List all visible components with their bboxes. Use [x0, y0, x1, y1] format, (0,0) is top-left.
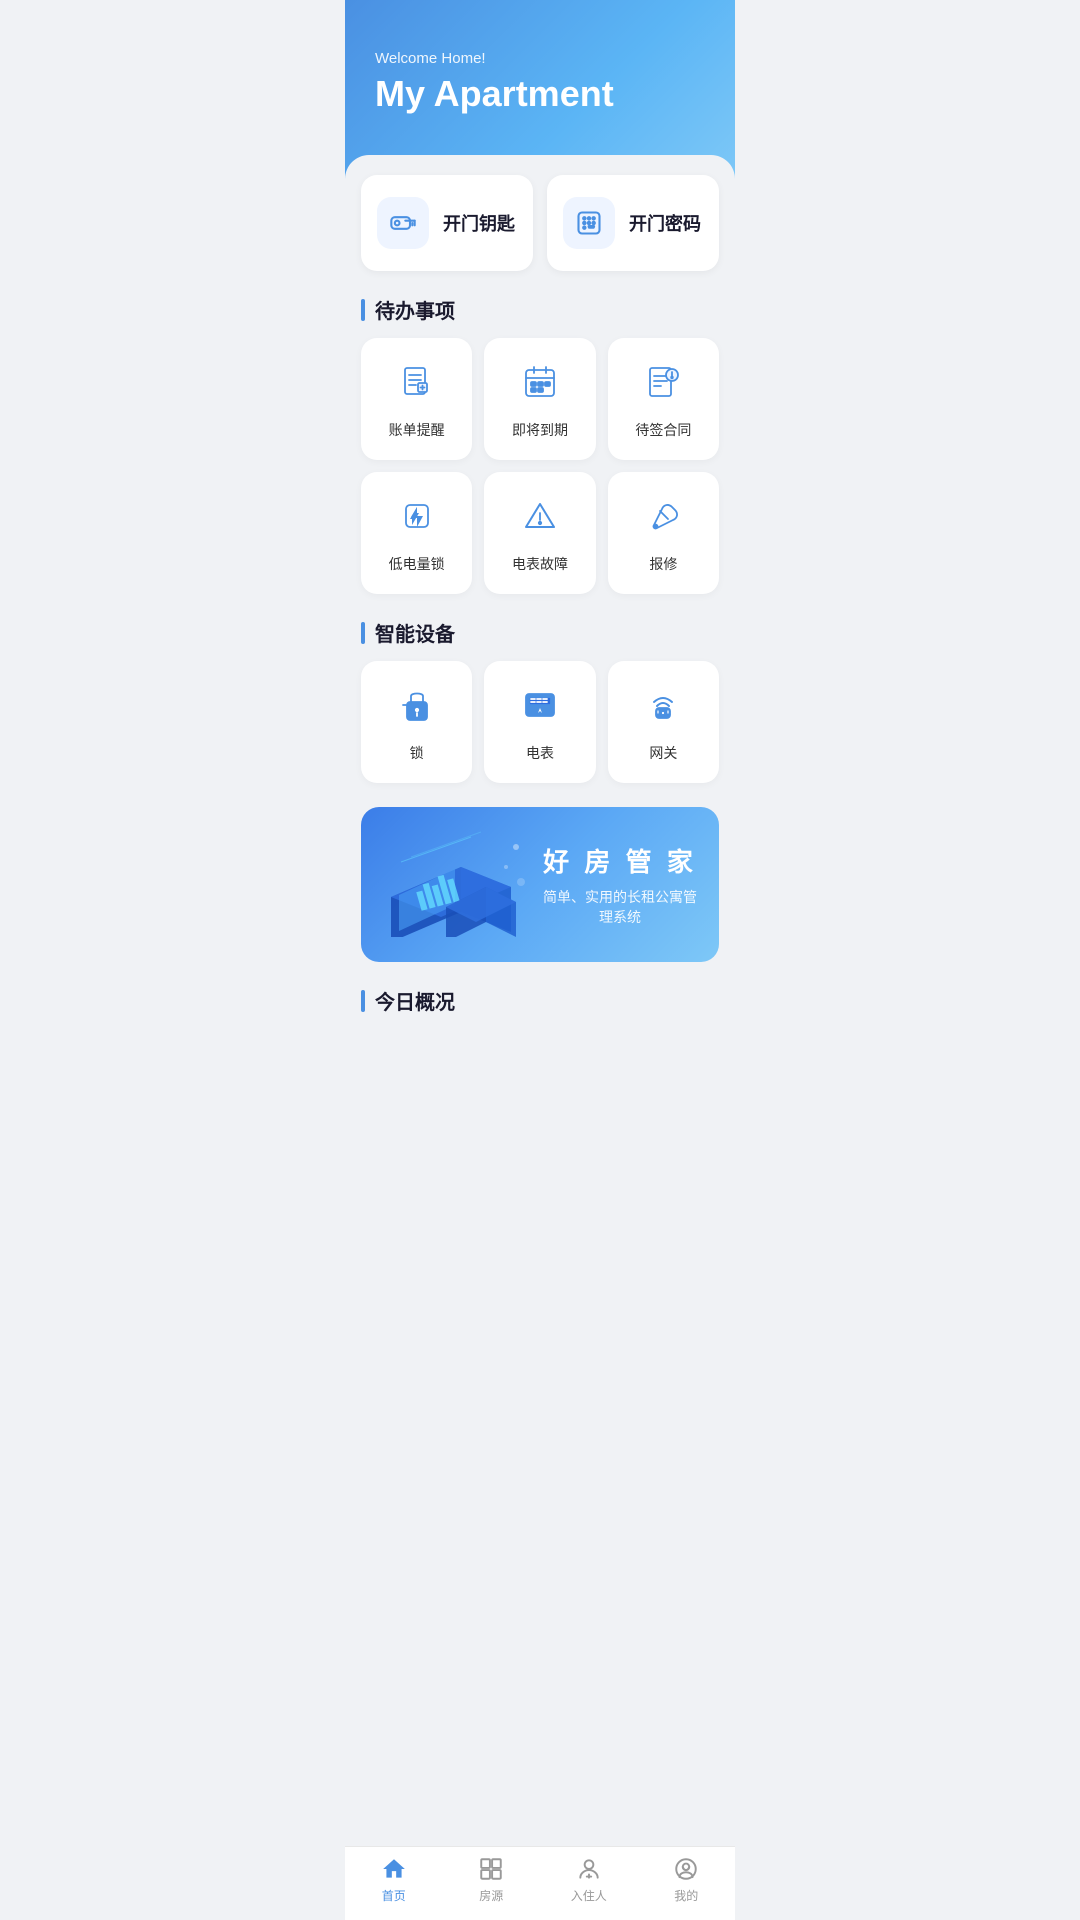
- todo-section-title: 待办事项: [361, 295, 719, 324]
- device-section-title: 智能设备: [361, 618, 719, 647]
- meterfault-icon: [516, 492, 564, 540]
- key-icon: [377, 197, 429, 249]
- expiring-icon: [516, 358, 564, 406]
- repair-icon: [639, 492, 687, 540]
- todo-bill-button[interactable]: 账单提醒: [361, 338, 472, 460]
- lowbattery-icon: [393, 492, 441, 540]
- mine-nav-icon: [672, 1855, 700, 1883]
- property-nav-icon: [477, 1855, 505, 1883]
- contract-icon: [639, 358, 687, 406]
- todo-repair-button[interactable]: 报修: [608, 472, 719, 594]
- meter-device-icon: [516, 681, 564, 729]
- bill-label: 账单提醒: [389, 420, 445, 440]
- todo-expiring-button[interactable]: 即将到期: [484, 338, 595, 460]
- lock-device-icon: [393, 681, 441, 729]
- welcome-text: Welcome Home!: [375, 50, 705, 67]
- resident-nav-label: 入住人: [571, 1887, 607, 1904]
- banner-text-area: 好 房 管 家 简单、实用的长租公寓管理系统: [541, 842, 699, 927]
- mine-nav-label: 我的: [674, 1887, 698, 1904]
- device-gateway-button[interactable]: 网关: [608, 661, 719, 783]
- bottom-navigation: 首页 房源 入住人: [345, 1846, 735, 1920]
- entrance-section-title: 今日概况: [361, 986, 719, 1015]
- bill-icon: [393, 358, 441, 406]
- open-door-password-button[interactable]: 开门密码: [547, 175, 719, 271]
- meter-device-label: 电表: [526, 743, 554, 763]
- lock-device-label: 锁: [410, 743, 424, 763]
- password-label: 开门密码: [629, 210, 701, 236]
- repair-label: 报修: [649, 554, 677, 574]
- open-door-key-button[interactable]: 开门钥匙: [361, 175, 533, 271]
- app-title: My Apartment: [375, 73, 705, 115]
- device-lock-button[interactable]: 锁: [361, 661, 472, 783]
- gateway-device-icon: [639, 681, 687, 729]
- banner-illustration: [381, 827, 541, 942]
- resident-nav-icon: [575, 1855, 603, 1883]
- nav-property[interactable]: 房源: [443, 1855, 541, 1904]
- expiring-label: 即将到期: [512, 420, 568, 440]
- lowbattery-label: 低电量锁: [389, 554, 445, 574]
- todo-lowbattery-button[interactable]: 低电量锁: [361, 472, 472, 594]
- nav-resident[interactable]: 入住人: [540, 1855, 638, 1904]
- quick-actions: 开门钥匙: [361, 175, 719, 271]
- key-label: 开门钥匙: [443, 210, 515, 236]
- device-meter-button[interactable]: 电表: [484, 661, 595, 783]
- nav-home[interactable]: 首页: [345, 1855, 443, 1904]
- banner-main-title: 好 房 管 家: [541, 842, 699, 879]
- nav-mine[interactable]: 我的: [638, 1855, 736, 1904]
- todo-grid: 账单提醒 即将到期: [361, 338, 719, 594]
- property-nav-label: 房源: [479, 1887, 503, 1904]
- home-nav-icon: [380, 1855, 408, 1883]
- gateway-device-label: 网关: [649, 743, 677, 763]
- main-card: 开门钥匙: [345, 155, 735, 1129]
- todo-contract-button[interactable]: 待签合同: [608, 338, 719, 460]
- device-grid: 锁 电表: [361, 661, 719, 783]
- password-icon: [563, 197, 615, 249]
- meterfault-label: 电表故障: [512, 554, 568, 574]
- todo-meterfault-button[interactable]: 电表故障: [484, 472, 595, 594]
- banner-subtitle: 简单、实用的长租公寓管理系统: [541, 887, 699, 927]
- home-nav-label: 首页: [382, 1887, 406, 1904]
- promo-banner[interactable]: 好 房 管 家 简单、实用的长租公寓管理系统: [361, 807, 719, 962]
- contract-label: 待签合同: [635, 420, 691, 440]
